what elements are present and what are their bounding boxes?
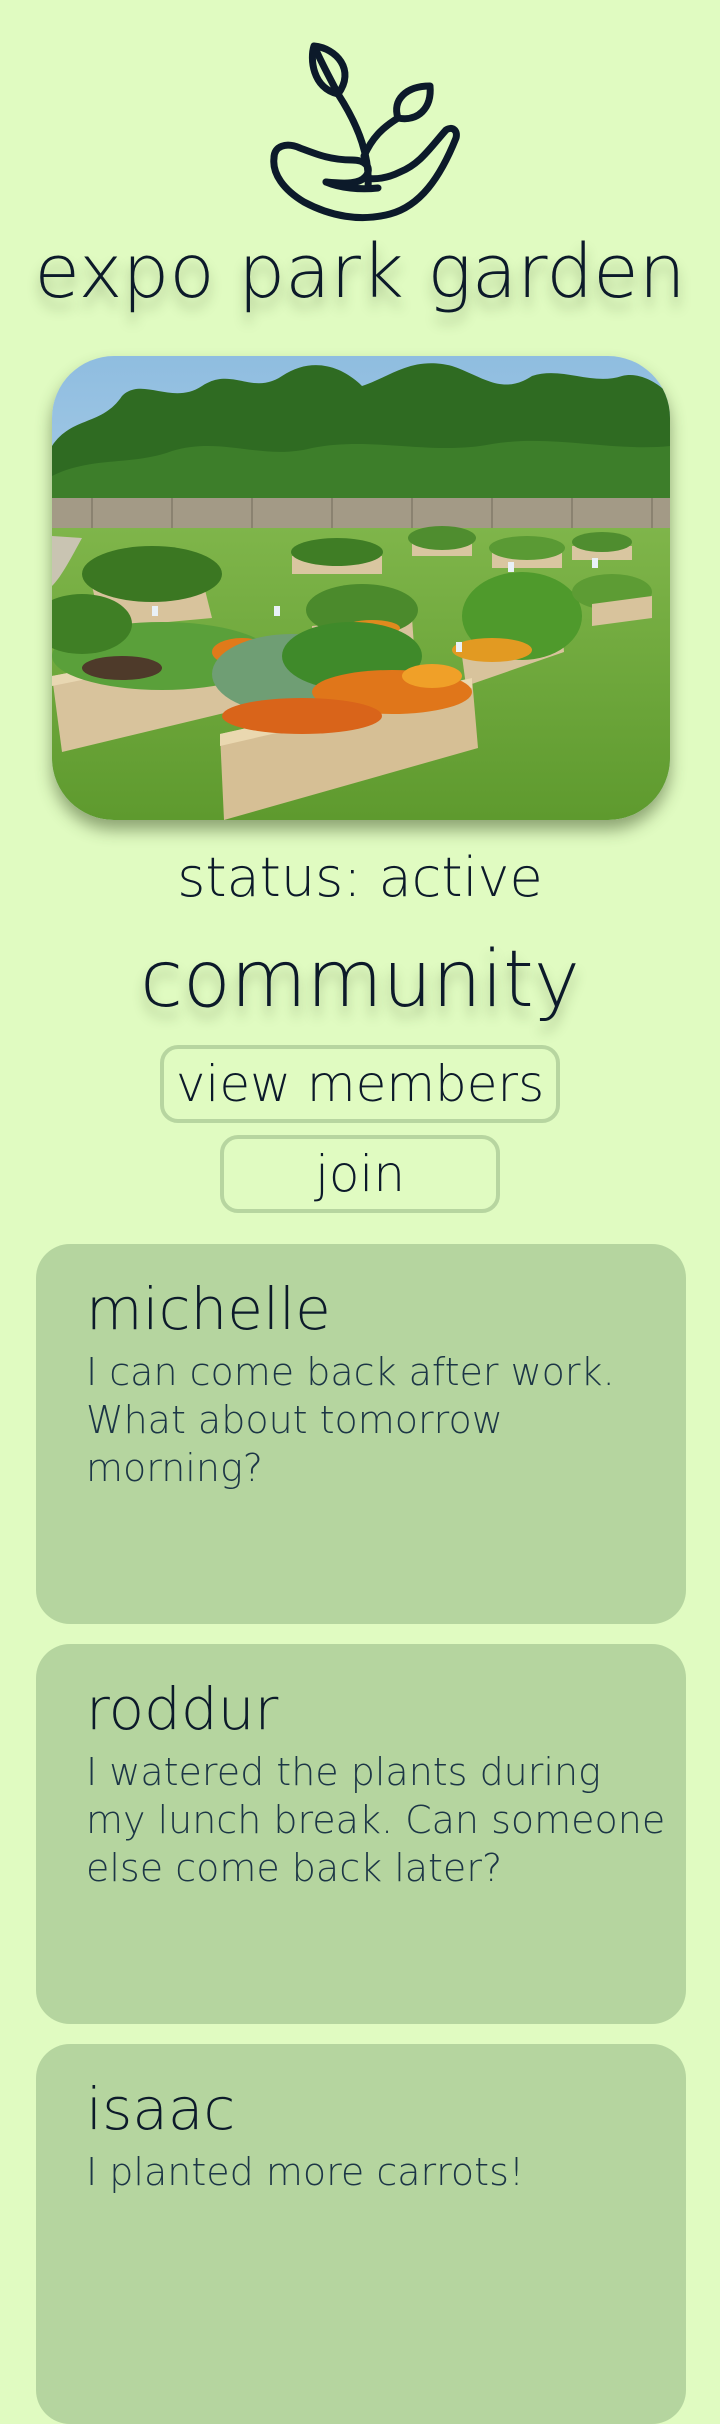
message-text: I can come back after work. What about t… (86, 1350, 615, 1490)
message-card: michelle I can come back after work. Wha… (36, 1244, 686, 1624)
message-author: isaac (86, 2075, 236, 2143)
message-text: I watered the plants during my lunch bre… (86, 1750, 666, 1890)
message-author: michelle (86, 1275, 331, 1343)
view-members-button[interactable]: view members (160, 1045, 560, 1123)
message-card: isaac I planted more carrots! (36, 2044, 686, 2424)
community-garden-photo (52, 356, 670, 820)
community-heading: community (140, 935, 580, 1025)
plant-in-hand-icon (260, 38, 460, 230)
message-text: I planted more carrots! (86, 2150, 525, 2194)
join-button[interactable]: join (220, 1135, 500, 1213)
garden-status: status: active (177, 846, 543, 909)
message-card: roddur I watered the plants during my lu… (36, 1644, 686, 2024)
app-title: expo park garden (34, 229, 686, 315)
message-author: roddur (86, 1675, 279, 1743)
